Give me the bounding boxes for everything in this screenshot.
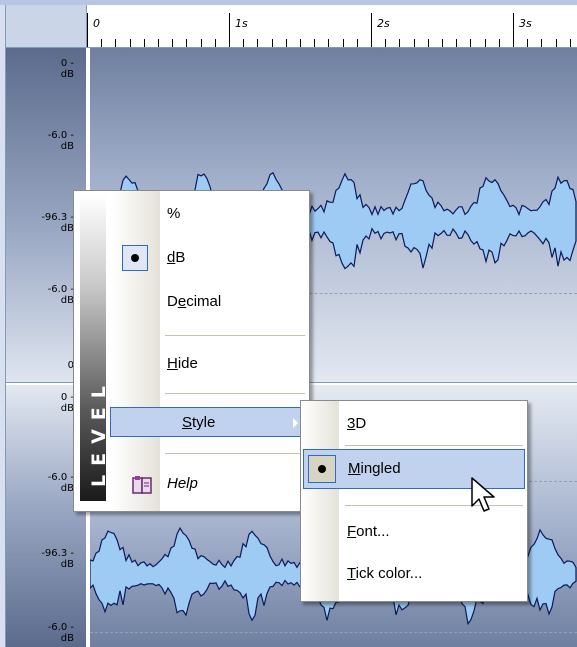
ruler-minor-tick: [186, 39, 188, 47]
menu-item-font[interactable]: Font...: [301, 517, 525, 547]
ruler-minor-tick: [342, 39, 344, 47]
ruler-minor-tick: [541, 39, 543, 47]
ruler-major-tick: [229, 13, 230, 47]
menu-separator: [165, 453, 305, 454]
menu-item-style[interactable]: Style: [110, 407, 305, 437]
radio-bullet-icon: [131, 254, 139, 262]
ruler-major-tick: [371, 13, 372, 47]
ruler-minor-tick: [413, 39, 415, 47]
ruler-minor-tick: [172, 39, 174, 47]
time-ruler[interactable]: 0 1s 2s 3s: [87, 5, 577, 48]
ruler-minor-tick: [257, 39, 259, 47]
ruler-label: 1s: [235, 17, 248, 30]
menu-item-help[interactable]: Help: [112, 469, 307, 499]
level-banner-text: LEVEL: [88, 377, 110, 487]
selected-marker: [308, 455, 336, 483]
menu-item-label: %: [167, 205, 181, 222]
ruler-minor-tick: [498, 39, 500, 47]
menu-item-label: 3D: [347, 415, 367, 432]
submenu-arrow-icon: [293, 418, 298, 428]
level-banner: LEVEL: [80, 195, 110, 501]
ruler-minor-tick: [356, 39, 358, 47]
level-label: -96.3 - dB: [41, 548, 74, 570]
menu-item-label: Hide: [167, 355, 198, 372]
menu-item-label: Tick color...: [347, 565, 423, 582]
ruler-minor-tick: [115, 39, 117, 47]
audio-editor-window: 0 1s 2s 3s 0 - dB -6.0 - dB -96.3 - dB -6.0…: [0, 0, 577, 647]
ruler-minor-tick: [569, 39, 571, 47]
menu-item-hide[interactable]: Hide: [112, 349, 307, 379]
ruler-minor-tick: [271, 39, 273, 47]
ruler-minor-tick: [456, 39, 458, 47]
ruler-minor-tick: [399, 39, 401, 47]
mouse-pointer-icon: [471, 477, 495, 512]
ruler-minor-tick: [101, 39, 103, 47]
radio-bullet-icon: [318, 465, 326, 473]
menu-item-db[interactable]: dB: [112, 243, 307, 273]
ruler-minor-tick: [555, 39, 557, 47]
ruler-minor-tick: [527, 39, 529, 47]
ruler-minor-tick: [470, 39, 472, 47]
ruler-corner: [6, 5, 87, 48]
ruler-minor-tick: [143, 39, 145, 47]
ruler-major-tick: [87, 13, 88, 47]
ruler-minor-tick: [300, 39, 301, 47]
menu-item-tick-color[interactable]: Tick color...: [301, 559, 525, 589]
level-label: -96.3 - dB: [41, 212, 74, 234]
ruler-label: 2s: [377, 17, 390, 30]
menu-separator: [165, 393, 305, 394]
ruler-label: 3s: [519, 17, 532, 30]
ruler-major-tick: [513, 13, 514, 47]
ruler-minor-tick: [200, 39, 202, 47]
ruler-minor-tick: [285, 39, 287, 47]
level-context-menu: LEVEL % dB Decimal Hide Style Help: [73, 190, 310, 512]
menu-item-label: Mingled: [348, 460, 401, 477]
ruler-minor-tick: [314, 39, 316, 47]
menu-separator: [345, 505, 523, 506]
level-label: -6.0 - dB: [47, 284, 74, 306]
ruler-minor-tick: [427, 39, 429, 47]
level-label: -6.0 - dB: [47, 622, 74, 644]
menu-item-label: dB: [167, 249, 186, 266]
menu-item-3d[interactable]: 3D: [301, 409, 525, 439]
menu-item-label: Help: [167, 475, 198, 492]
ruler-minor-tick: [484, 39, 486, 47]
level-label: -6.0 - dB: [47, 130, 74, 152]
menu-separator: [165, 335, 305, 336]
ruler-minor-tick: [129, 39, 131, 47]
menu-item-label: Font...: [347, 523, 390, 540]
menu-item-decimal[interactable]: Decimal: [112, 287, 307, 317]
help-book-icon: [132, 476, 152, 494]
level-label: 0 - dB: [60, 58, 74, 80]
ruler-label: 0: [93, 17, 100, 30]
ruler-minor-tick: [385, 39, 387, 47]
menu-item-label: Style: [182, 414, 216, 431]
ruler-minor-tick: [442, 39, 443, 47]
ruler-minor-tick: [158, 39, 159, 47]
menu-separator: [345, 445, 523, 446]
ruler-minor-tick: [214, 39, 216, 47]
selected-marker: [122, 245, 148, 271]
ruler-minor-tick: [243, 39, 245, 47]
menu-item-label: Decimal: [167, 293, 222, 310]
menu-item-percent[interactable]: %: [112, 199, 307, 229]
ruler-minor-tick: [328, 39, 330, 47]
level-label: -6.0 - dB: [47, 472, 74, 494]
